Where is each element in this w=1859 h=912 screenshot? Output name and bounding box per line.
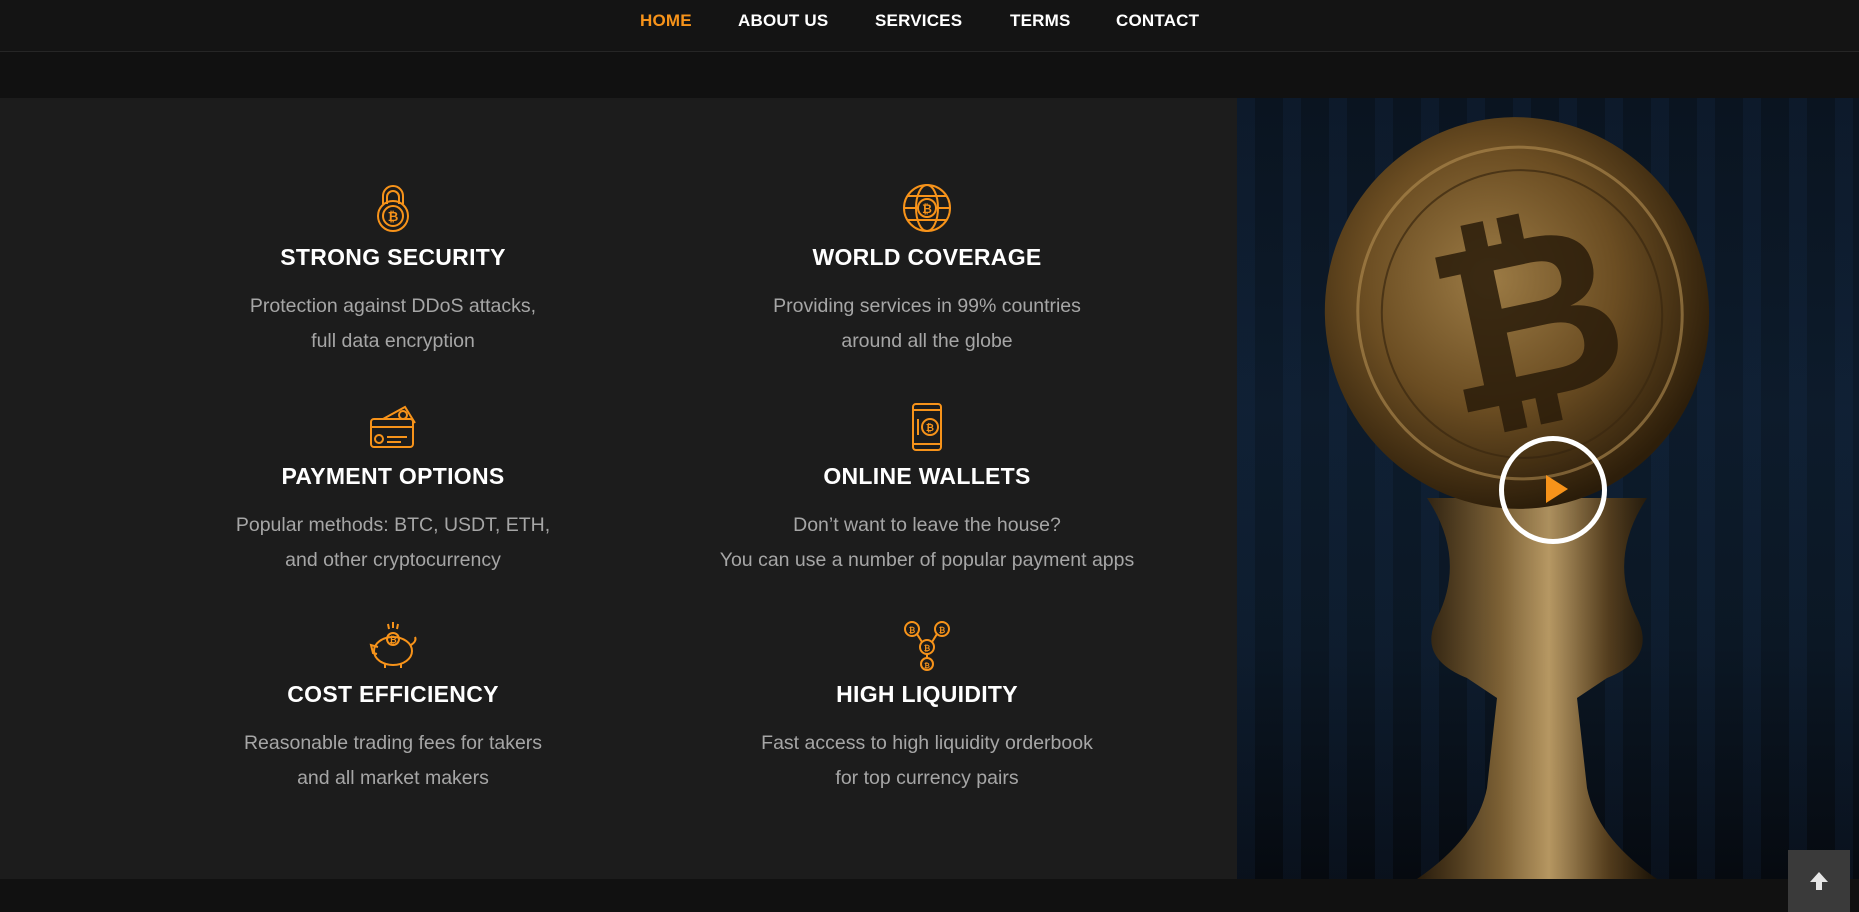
bitcoin-network-icon: ₿ ₿ ₿ ₿ [904, 621, 950, 671]
svg-text:₿: ₿ [924, 644, 931, 653]
svg-text:₿: ₿ [939, 626, 946, 635]
feature-title: STRONG SECURITY [280, 244, 506, 270]
bitcoin-phone-icon: ₿ [912, 403, 942, 451]
arrow-up-icon [1810, 872, 1828, 890]
nav-item-services[interactable]: SERVICES [875, 11, 962, 31]
feature-high-liquidity: ₿ ₿ ₿ ₿ HIGH LIQUIDITY Fast access to hi… [667, 619, 1187, 796]
svg-text:₿: ₿ [909, 626, 916, 635]
feature-description-line: and all market makers [297, 767, 489, 789]
feature-description-line: Providing services in 99% countries [773, 295, 1081, 317]
feature-world-coverage: ₿ WORLD COVERAGE Providing services in 9… [667, 182, 1187, 359]
scroll-to-top-button[interactable] [1788, 850, 1850, 912]
feature-description: Fast access to high liquidity orderbook … [667, 726, 1187, 796]
feature-description-line: Reasonable trading fees for takers [243, 732, 543, 754]
feature-description: Reasonable trading fees for takers and a… [133, 726, 653, 796]
play-icon [1546, 475, 1568, 503]
feature-description-line: Popular methods: BTC, USDT, ETH, [235, 514, 551, 536]
top-navigation: HOME ABOUT US SERVICES TERMS CONTACT [0, 0, 1859, 52]
feature-online-wallets: ₿ ONLINE WALLETS Don’t want to leave the… [667, 401, 1187, 578]
bitcoin-globe-icon: ₿ [903, 184, 951, 232]
play-video-button[interactable] [1499, 436, 1607, 544]
svg-text:₿: ₿ [388, 210, 399, 225]
feature-description-line: and other cryptocurrency [285, 549, 501, 571]
feature-description: Providing services in 99% countries arou… [667, 289, 1187, 359]
feature-title: WORLD COVERAGE [812, 244, 1042, 270]
svg-text:₿: ₿ [389, 635, 396, 646]
nav-item-home[interactable]: HOME [640, 11, 692, 31]
feature-payment-options: PAYMENT OPTIONS Popular methods: BTC, US… [133, 401, 653, 578]
bitcoin-card-icon [370, 405, 416, 448]
bitcoin-padlock-icon: ₿ [377, 185, 409, 232]
bitcoin-video-panel: ₿ [1237, 98, 1859, 879]
svg-text:₿: ₿ [922, 202, 932, 216]
feature-description-line: Fast access to high liquidity orderbook [761, 732, 1093, 754]
feature-description-line: You can use a number of popular payment … [719, 549, 1135, 571]
feature-description: Don’t want to leave the house? You can u… [667, 508, 1187, 578]
feature-description: Protection against DDoS attacks, full da… [133, 289, 653, 359]
footer-band [0, 879, 1859, 912]
feature-description-line: around all the globe [841, 330, 1013, 352]
bitcoin-piggy-bank-icon: ₿ [369, 622, 417, 668]
header-spacer [0, 52, 1859, 98]
feature-description-line: Protection against DDoS attacks, [249, 295, 537, 317]
svg-text:₿: ₿ [926, 422, 934, 434]
feature-title: COST EFFICIENCY [287, 681, 499, 707]
nav-item-contact[interactable]: CONTACT [1116, 11, 1199, 31]
feature-strong-security: ₿ STRONG SECURITY Protection against DDo… [133, 182, 653, 359]
nav-item-terms[interactable]: TERMS [1010, 11, 1071, 31]
feature-description-line: Don’t want to leave the house? [793, 514, 1061, 536]
feature-title: PAYMENT OPTIONS [281, 463, 505, 489]
features-section: ₿ STRONG SECURITY Protection against DDo… [0, 98, 1237, 879]
feature-description-line: full data encryption [311, 330, 475, 352]
feature-title: ONLINE WALLETS [823, 463, 1031, 489]
feature-description-line: for top currency pairs [835, 767, 1019, 789]
feature-cost-efficiency: ₿ COST EFFICIENCY Reasonable trading fee… [133, 619, 653, 796]
feature-description: Popular methods: BTC, USDT, ETH, and oth… [133, 508, 653, 578]
feature-title: HIGH LIQUIDITY [836, 681, 1018, 707]
svg-text:₿: ₿ [924, 662, 930, 670]
nav-item-about-us[interactable]: ABOUT US [738, 11, 828, 31]
nav-menu: HOME ABOUT US SERVICES TERMS CONTACT [0, 0, 1859, 40]
